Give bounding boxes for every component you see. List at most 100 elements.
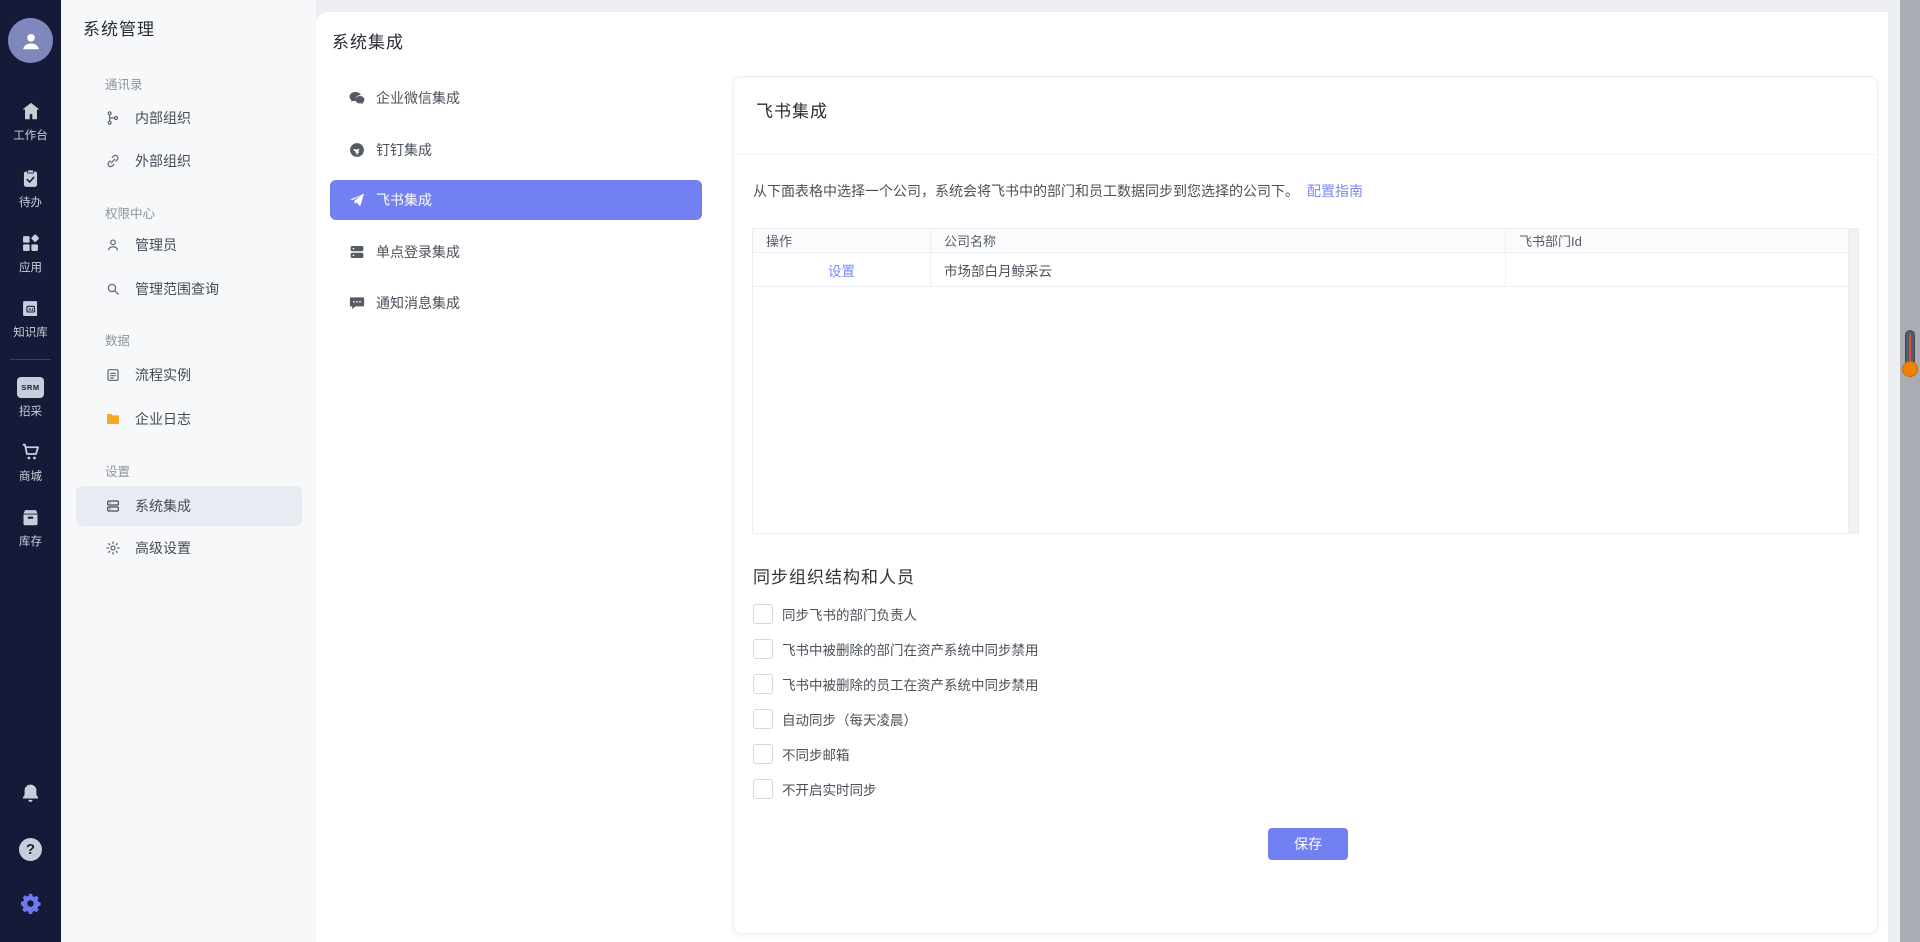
thermometer-icon <box>1905 330 1915 368</box>
sso-stack-icon <box>348 243 366 261</box>
rail-item-inventory[interactable]: 库存 <box>0 506 61 549</box>
rail-item-knowledge[interactable]: AI 知识库 <box>0 297 61 340</box>
checkbox-no-realtime-sync[interactable] <box>753 779 773 799</box>
wecom-icon <box>348 89 366 107</box>
dingtalk-icon <box>348 141 366 159</box>
checkbox-auto-sync[interactable] <box>753 709 773 729</box>
rail-item-apps[interactable]: 应用 <box>0 232 61 275</box>
sidebar-item-system-integration[interactable]: 系统集成 <box>76 486 302 526</box>
table-scrollbar-track[interactable] <box>1848 229 1858 533</box>
sync-option-row: 飞书中被删除的部门在资产系统中同步禁用 <box>753 639 1039 659</box>
avatar[interactable] <box>8 18 53 63</box>
question-icon: ? <box>19 838 42 861</box>
checkbox-disable-deleted-employees[interactable] <box>753 674 773 694</box>
integration-item-sso[interactable]: 单点登录集成 <box>330 232 702 272</box>
settings-button[interactable] <box>0 892 61 915</box>
integrations-title: 系统集成 <box>332 28 404 53</box>
sidebar-section-settings: 设置 <box>105 461 130 480</box>
bell-icon <box>0 782 61 805</box>
rail-divider <box>10 359 51 360</box>
rail-item-label: 库存 <box>0 533 61 549</box>
sidebar-item-internal-org[interactable]: 内部组织 <box>76 98 302 138</box>
sidebar-item-enterprise-logs[interactable]: 企业日志 <box>76 399 302 439</box>
rail-item-srm[interactable]: SRM 招采 <box>0 377 61 419</box>
table-header-row: 操作 公司名称 飞书部门Id <box>753 229 1858 253</box>
table-row: 设置 市场部白月鲸采云 <box>753 253 1858 287</box>
content-panel: 系统集成 企业微信集成 钉钉集成 飞书集成 单点登录集成 通知消息集成 飞书集成 <box>316 12 1888 942</box>
sidebar-item-label: 外部组织 <box>135 151 191 171</box>
paper-plane-icon <box>348 191 366 209</box>
col-header-feishu-dept-id: 飞书部门Id <box>1506 229 1858 252</box>
sidebar-item-advanced-settings[interactable]: 高级设置 <box>76 528 302 568</box>
page-scrollbar[interactable] <box>1900 0 1920 942</box>
col-header-action: 操作 <box>753 229 931 252</box>
user-icon <box>20 30 42 52</box>
server-stack-icon <box>105 498 121 514</box>
home-icon <box>0 100 61 122</box>
sidebar-item-admins[interactable]: 管理员 <box>76 225 302 265</box>
rail-item-label: 工作台 <box>0 127 61 143</box>
app-rail: 工作台 待办 应用 AI 知识库 SRM 招采 商城 库存 <box>0 0 61 942</box>
svg-text:AI: AI <box>28 306 33 312</box>
sync-option-row: 飞书中被删除的员工在资产系统中同步禁用 <box>753 674 1039 694</box>
company-table: 操作 公司名称 飞书部门Id 设置 市场部白月鲸采云 <box>752 228 1859 534</box>
sync-option-row: 不开启实时同步 <box>753 779 877 799</box>
sidebar-section-data: 数据 <box>105 330 130 349</box>
sidebar-item-scope-query[interactable]: 管理范围查询 <box>76 269 302 309</box>
sync-option-row: 同步飞书的部门负责人 <box>753 604 917 624</box>
folder-icon <box>105 411 121 427</box>
sidebar-item-label: 高级设置 <box>135 538 191 558</box>
integration-item-label: 通知消息集成 <box>376 293 460 313</box>
sync-section-title: 同步组织结构和人员 <box>753 563 915 588</box>
sidebar-item-label: 管理范围查询 <box>135 279 219 299</box>
sidebar-item-label: 企业日志 <box>135 409 191 429</box>
card-title: 飞书集成 <box>756 97 828 122</box>
ai-book-icon: AI <box>0 297 61 319</box>
gear-icon <box>0 892 61 915</box>
help-button[interactable]: ? <box>0 838 61 861</box>
sidebar-item-label: 流程实例 <box>135 365 191 385</box>
description-text: 从下面表格中选择一个公司，系统会将飞书中的部门和员工数据同步到您选择的公司下。 <box>753 183 1299 199</box>
message-bubble-icon <box>348 294 366 312</box>
integration-item-wecom[interactable]: 企业微信集成 <box>330 78 702 118</box>
integration-item-feishu[interactable]: 飞书集成 <box>330 180 702 220</box>
sync-option-label: 飞书中被删除的部门在资产系统中同步禁用 <box>782 639 1039 659</box>
sidebar: 系统管理 通讯录 内部组织 外部组织 权限中心 管理员 管理范围查询 数据 流程… <box>61 0 316 942</box>
page-title: 系统管理 <box>83 15 155 40</box>
rail-item-mall[interactable]: 商城 <box>0 441 61 484</box>
rail-item-label: 知识库 <box>0 324 61 340</box>
person-icon <box>105 237 121 253</box>
rail-item-todo[interactable]: 待办 <box>0 167 61 210</box>
sync-option-label: 飞书中被删除的员工在资产系统中同步禁用 <box>782 674 1039 694</box>
sync-option-label: 不同步邮箱 <box>782 744 850 764</box>
link-icon <box>105 153 121 169</box>
sidebar-section-contacts: 通讯录 <box>105 74 143 93</box>
search-icon <box>105 281 121 297</box>
feishu-integration-card: 飞书集成 从下面表格中选择一个公司，系统会将飞书中的部门和员工数据同步到您选择的… <box>733 76 1878 934</box>
integration-item-label: 企业微信集成 <box>376 88 460 108</box>
save-button[interactable]: 保存 <box>1268 828 1348 860</box>
rail-item-label: 待办 <box>0 194 61 210</box>
checkbox-no-email-sync[interactable] <box>753 744 773 764</box>
rail-item-workbench[interactable]: 工作台 <box>0 100 61 143</box>
checkbox-sync-dept-leader[interactable] <box>753 604 773 624</box>
checkbox-disable-deleted-depts[interactable] <box>753 639 773 659</box>
config-guide-link[interactable]: 配置指南 <box>1307 183 1363 199</box>
sync-option-label: 同步飞书的部门负责人 <box>782 604 917 624</box>
sync-option-row: 自动同步（每天凌晨） <box>753 709 917 729</box>
integration-item-notifications[interactable]: 通知消息集成 <box>330 283 702 323</box>
rail-item-label: 应用 <box>0 259 61 275</box>
row-company-name: 市场部白月鲸采云 <box>931 253 1506 286</box>
integration-item-label: 单点登录集成 <box>376 242 460 262</box>
card-divider <box>734 154 1877 155</box>
sidebar-item-process-instances[interactable]: 流程实例 <box>76 355 302 395</box>
sidebar-item-external-org[interactable]: 外部组织 <box>76 141 302 181</box>
notifications-button[interactable] <box>0 782 61 805</box>
gear-outline-icon <box>105 540 121 556</box>
integration-item-dingtalk[interactable]: 钉钉集成 <box>330 130 702 170</box>
row-settings-link[interactable]: 设置 <box>828 260 855 280</box>
cart-icon <box>0 441 61 463</box>
sidebar-item-label: 管理员 <box>135 235 177 255</box>
srm-badge-icon: SRM <box>17 377 44 398</box>
sidebar-item-label: 内部组织 <box>135 108 191 128</box>
